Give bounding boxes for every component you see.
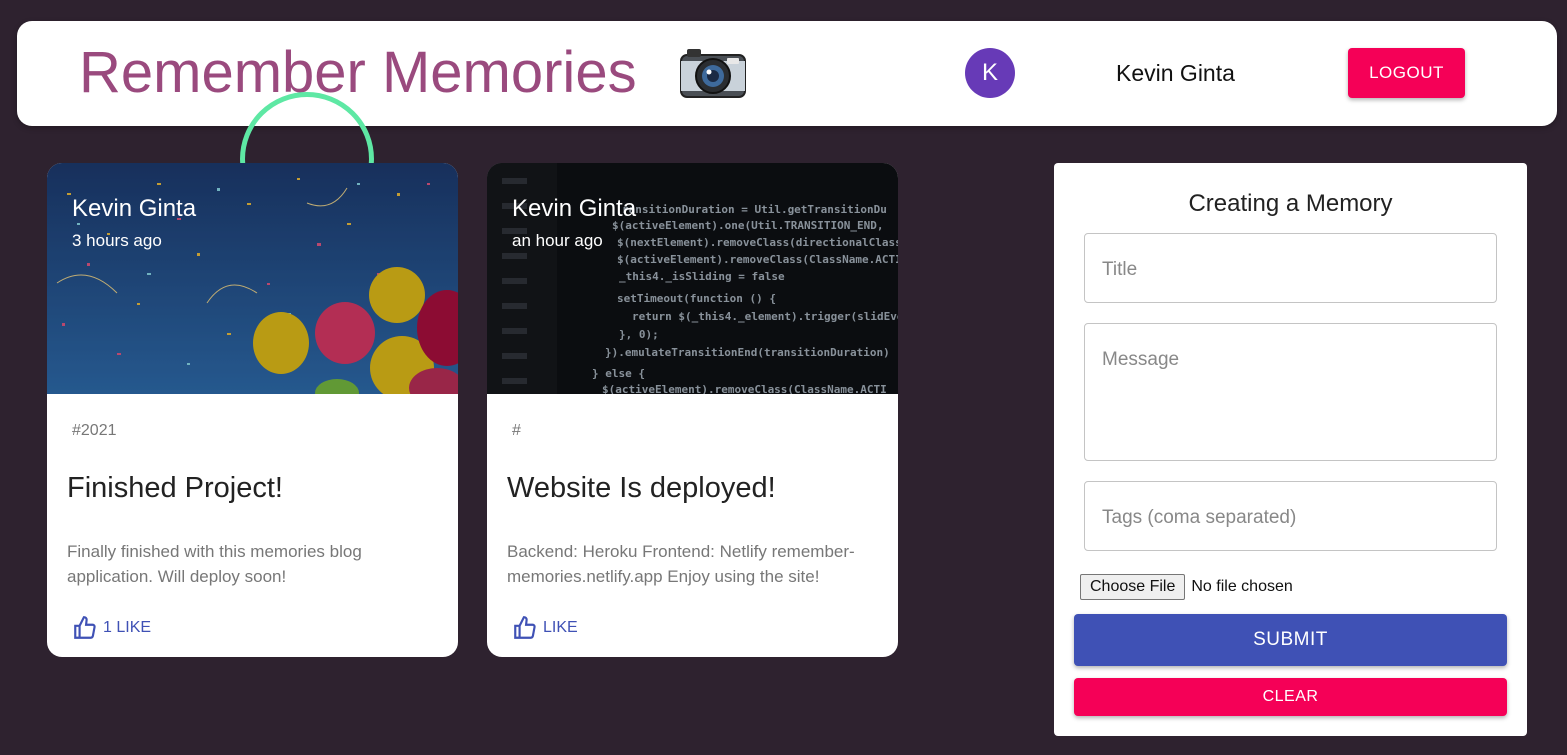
like-button[interactable]: LIKE [512, 615, 578, 641]
like-label: LIKE [543, 619, 578, 636]
like-label: 1 LIKE [103, 619, 152, 636]
card-message: Finally finished with this memories blog… [67, 542, 362, 586]
thumb-up-icon [74, 616, 96, 639]
logout-button[interactable]: LOGOUT [1348, 48, 1465, 98]
clear-button[interactable]: CLEAR [1074, 678, 1507, 716]
card-image-balloons: Kevin Ginta 3 hours ago [47, 163, 458, 394]
card-time: an hour ago [512, 231, 603, 250]
card-time: 3 hours ago [72, 231, 162, 250]
file-input: Choose File No file chosen [1080, 574, 1293, 600]
avatar[interactable]: K [965, 48, 1015, 98]
card-image-code: ransitionDuration = Util.getTransitionDu… [487, 163, 898, 394]
card-title: Website Is deployed! [507, 472, 776, 504]
choose-file-button[interactable]: Choose File [1080, 574, 1186, 600]
card-tags: # [512, 422, 521, 439]
memory-card: Kevin Ginta 3 hours ago #2021 Finished P… [47, 163, 458, 657]
title-input[interactable]: Title [1084, 233, 1497, 303]
form-heading: Creating a Memory [1188, 190, 1393, 217]
submit-button[interactable]: SUBMIT [1074, 614, 1507, 666]
like-button[interactable]: 1 LIKE [72, 615, 151, 641]
card-title: Finished Project! [67, 472, 283, 504]
card-creator: Kevin Ginta [512, 195, 637, 222]
app-bar: Remember Memories K Kevin Ginta LOGOUT [17, 21, 1557, 126]
file-status: No file chosen [1191, 578, 1293, 595]
thumb-up-icon [514, 616, 536, 639]
username: Kevin Ginta [1116, 60, 1235, 86]
message-input[interactable]: Message [1084, 323, 1497, 461]
memory-card: ransitionDuration = Util.getTransitionDu… [487, 163, 898, 657]
app-title: Remember Memories [79, 40, 637, 105]
card-message: Backend: Heroku Frontend: Netlify rememb… [507, 542, 855, 586]
memory-form: Creating a Memory Title Message Tags (co… [1054, 163, 1527, 736]
card-tags: #2021 [72, 422, 117, 439]
camera-icon [680, 49, 746, 98]
tags-input[interactable]: Tags (coma separated) [1084, 481, 1497, 551]
card-creator: Kevin Ginta [72, 195, 197, 222]
